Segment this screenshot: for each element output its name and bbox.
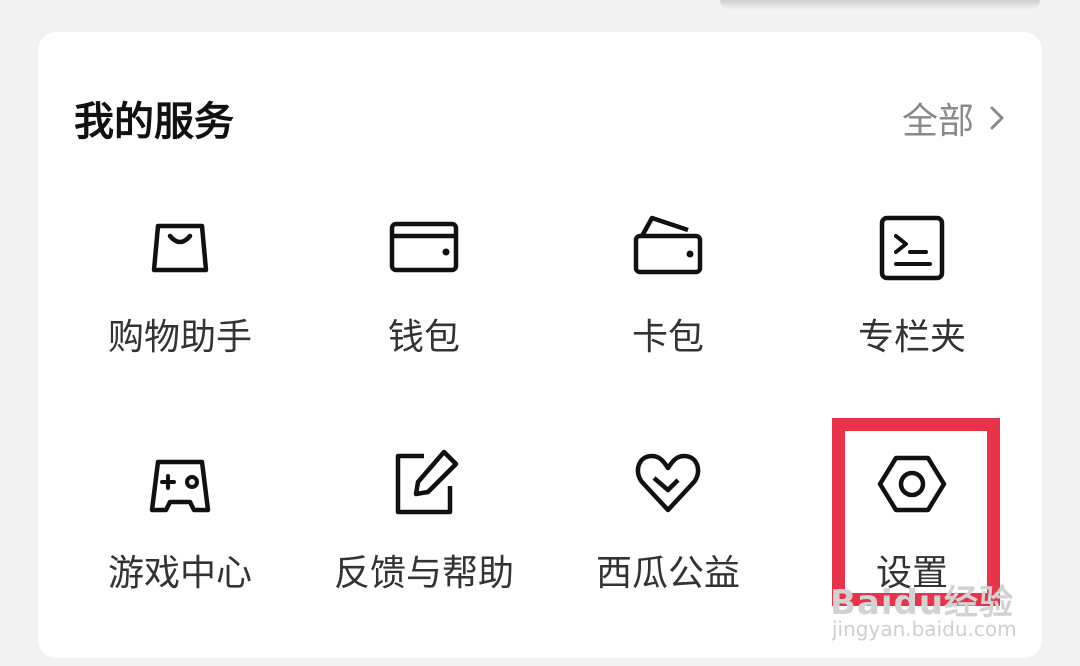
view-all-label: 全部: [901, 101, 974, 142]
heart-icon: [635, 453, 701, 513]
edit-feedback-icon: [395, 449, 459, 515]
view-all-link[interactable]: 全部: [902, 92, 1004, 144]
service-card-wallet[interactable]: 卡包: [546, 192, 790, 392]
service-shopping-assistant[interactable]: 购物助手: [58, 192, 302, 392]
service-label: 购物助手: [107, 317, 252, 358]
chevron-right-icon: [990, 106, 1004, 130]
top-background-strip: [0, 0, 1080, 30]
service-column-folder[interactable]: 专栏夹: [790, 192, 1034, 392]
card-wallet-icon: [633, 215, 703, 275]
shopping-bag-icon: [151, 223, 209, 273]
service-xigua-charity[interactable]: 西瓜公益: [546, 428, 790, 628]
service-feedback-help[interactable]: 反馈与帮助: [302, 428, 546, 628]
service-label: 卡包: [631, 317, 704, 358]
card-title: 我的服务: [74, 99, 234, 145]
service-label: 游戏中心: [107, 553, 252, 594]
service-label: 钱包: [387, 317, 460, 358]
service-label: 西瓜公益: [595, 553, 740, 594]
wallet-icon: [389, 221, 459, 273]
previous-card-shadow: [720, 0, 1040, 10]
gamepad-icon: [149, 459, 211, 513]
service-wallet[interactable]: 钱包: [302, 192, 546, 392]
service-label: 专栏夹: [857, 317, 966, 358]
service-game-center[interactable]: 游戏中心: [58, 428, 302, 628]
settings-highlight-box: [832, 418, 1000, 606]
service-label: 反馈与帮助: [333, 553, 514, 594]
my-services-card: 我的服务 全部 购物助手 钱包 卡包 专栏夹 游戏中心 反馈与帮助 西瓜公益 设…: [38, 32, 1042, 658]
column-folder-icon: [879, 215, 945, 281]
